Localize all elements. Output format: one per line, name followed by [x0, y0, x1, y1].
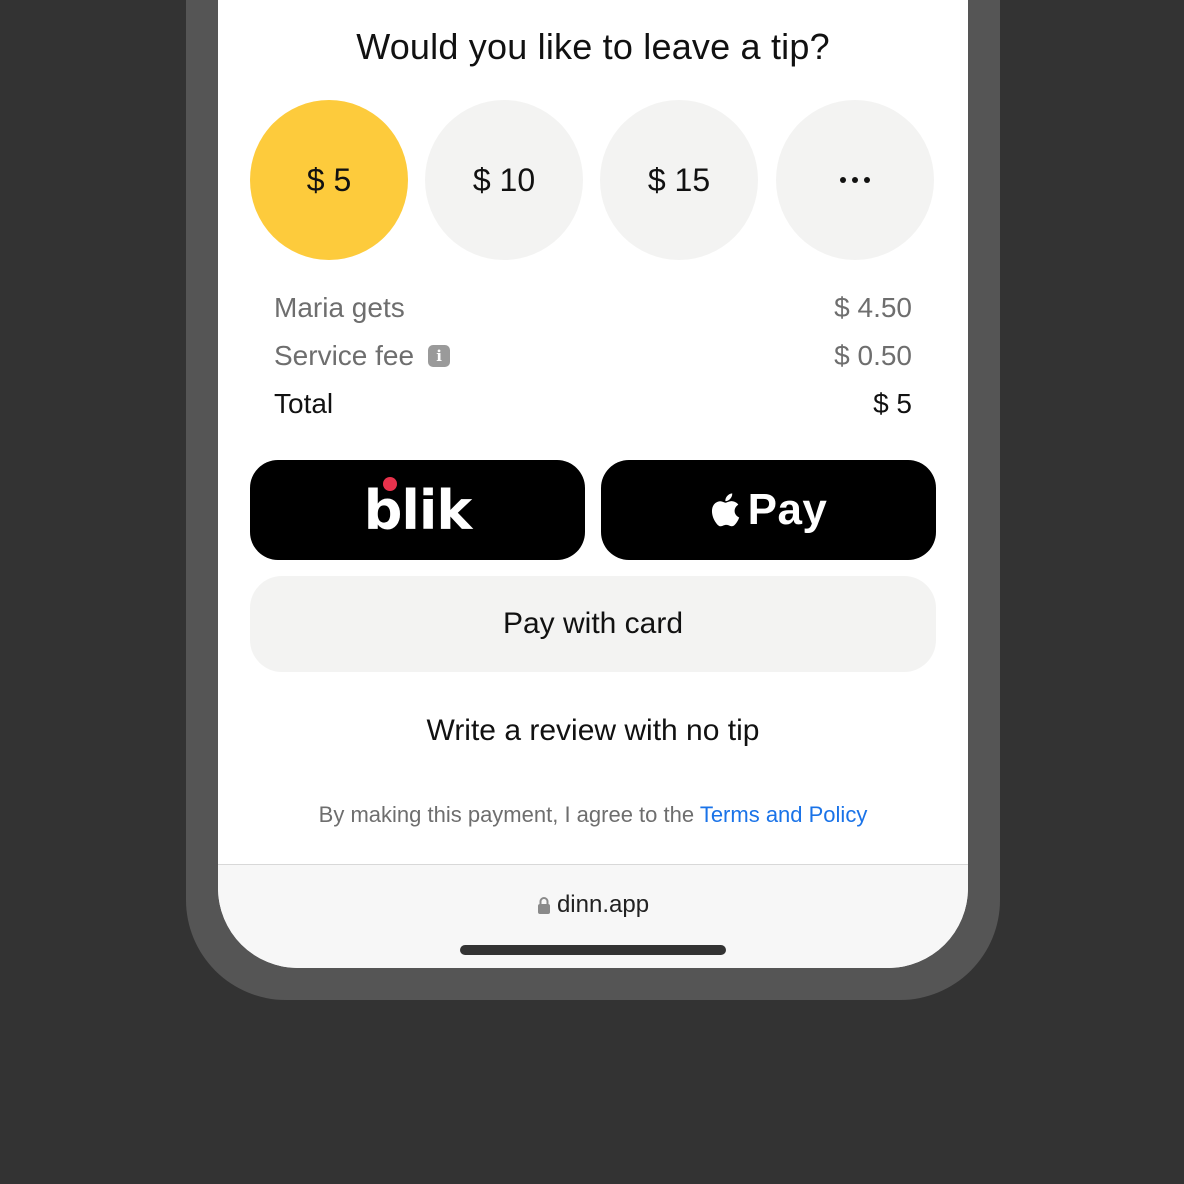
phone-screen: Would you like to leave a tip? $ 5 $ 10 … [218, 0, 968, 968]
apple-pay-logo: Pay [710, 485, 828, 535]
tip-option-label: $ 15 [647, 161, 711, 198]
terms-notice: By making this payment, I agree to the T… [218, 802, 968, 828]
url-bar[interactable]: dinn.app [218, 891, 968, 919]
more-dots-icon [840, 177, 870, 183]
total-amount: $ 5 [873, 388, 912, 419]
url-text: dinn.app [556, 891, 650, 918]
summary-row-fee: Service fee i $ 0.50 [274, 340, 912, 372]
pay-with-card-button[interactable]: Pay with card [250, 576, 936, 672]
fee-amount: $ 0.50 [834, 340, 912, 371]
summary-row-total: Total $ 5 [274, 388, 912, 420]
tip-option-10[interactable]: $ 10 [425, 100, 583, 260]
fee-label: Service fee [274, 340, 415, 371]
home-indicator[interactable] [460, 945, 726, 955]
fee-label-group: Service fee i [274, 340, 451, 372]
lock-icon [537, 897, 550, 914]
blik-dot-icon [382, 476, 397, 491]
page-title: Would you like to leave a tip? [356, 26, 830, 67]
tip-option-5[interactable]: $ 5 [250, 100, 408, 260]
recipient-amount: $ 4.50 [834, 292, 912, 323]
review-no-tip-link[interactable]: Write a review with no tip [218, 714, 968, 748]
tip-option-label: $ 5 [306, 161, 352, 198]
total-label: Total [274, 388, 334, 419]
terms-prefix: By making this payment, I agree to the [318, 802, 700, 827]
summary-row-recipient: Maria gets $ 4.50 [274, 292, 912, 324]
apple-pay-button[interactable]: Pay [601, 460, 936, 560]
apple-icon [711, 493, 739, 527]
tip-option-more[interactable] [776, 100, 934, 260]
tip-option-15[interactable]: $ 15 [600, 100, 758, 260]
terms-policy-link[interactable]: Terms and Policy [700, 802, 868, 827]
info-icon[interactable]: i [428, 345, 451, 367]
recipient-label: Maria gets [274, 292, 405, 323]
tip-option-label: $ 10 [472, 161, 536, 198]
browser-bottom-bar: dinn.app [218, 864, 968, 968]
blik-pay-button[interactable]: blik [250, 460, 585, 560]
blik-logo: blik [363, 476, 472, 542]
pay-with-card-label: Pay with card [502, 607, 684, 640]
